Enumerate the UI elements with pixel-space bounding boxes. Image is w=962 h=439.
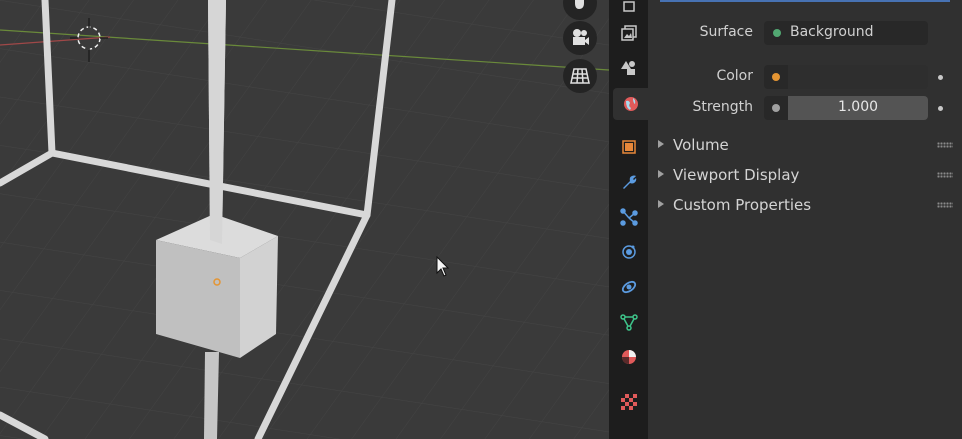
color-keyframe-dot[interactable]: [938, 75, 943, 80]
properties-tab-bar: [609, 0, 648, 439]
color-swatch[interactable]: [788, 65, 928, 89]
panel-volume[interactable]: Volume: [648, 131, 962, 161]
surface-socket-dot: [773, 29, 781, 37]
drag-grip-icon[interactable]: [937, 202, 953, 208]
tab-particles-icon[interactable]: [613, 201, 645, 233]
panel-custom-properties-title: Custom Properties: [673, 196, 812, 214]
mouse-pointer-icon: [436, 256, 450, 277]
tab-world-icon[interactable]: [613, 88, 648, 120]
tab-physics-icon[interactable]: [613, 236, 645, 268]
chevron-right-icon: [658, 200, 664, 208]
tab-material-icon[interactable]: [613, 341, 645, 373]
grid-view-icon[interactable]: [563, 59, 597, 93]
tab-data-icon[interactable]: [613, 306, 645, 338]
panel-custom-properties[interactable]: Custom Properties: [648, 191, 962, 221]
strength-socket-button[interactable]: [764, 96, 788, 120]
tab-object-icon[interactable]: [613, 131, 645, 163]
tab-view-layer-icon[interactable]: [613, 17, 645, 49]
color-label: Color: [716, 68, 753, 84]
pole-bottom: [204, 352, 219, 439]
surface-label: Surface: [699, 24, 753, 40]
strength-value: 1.000: [837, 99, 879, 115]
tab-scene-icon[interactable]: [613, 52, 645, 84]
chevron-right-icon: [658, 170, 664, 178]
panel-viewport-display[interactable]: Viewport Display: [648, 161, 962, 191]
camera-view-icon[interactable]: [563, 21, 597, 55]
drag-grip-icon[interactable]: [937, 142, 953, 148]
floor-grid: [0, 0, 609, 439]
drag-grip-icon[interactable]: [937, 172, 953, 178]
surface-value: Background: [790, 24, 874, 40]
header-highlight: [660, 0, 950, 2]
surface-shader-selector[interactable]: Background: [764, 21, 928, 45]
world-properties-panel: Surface Background Color Strength 1.000 …: [648, 0, 962, 439]
strength-slider[interactable]: 1.000: [788, 96, 928, 120]
strength-label: Strength: [692, 99, 753, 115]
color-socket-button[interactable]: [764, 65, 788, 89]
chevron-right-icon: [658, 140, 664, 148]
strength-keyframe-dot[interactable]: [938, 106, 943, 111]
panel-volume-title: Volume: [673, 136, 729, 154]
tab-modifiers-icon[interactable]: [613, 166, 645, 198]
3d-viewport[interactable]: [0, 0, 609, 439]
panel-viewport-display-title: Viewport Display: [673, 166, 800, 184]
strength-socket-dot: [772, 104, 780, 112]
tab-texture-icon[interactable]: [613, 386, 645, 418]
scene-render: [0, 0, 609, 439]
tab-constraints-icon[interactable]: [613, 271, 645, 303]
color-socket-dot: [772, 73, 780, 81]
